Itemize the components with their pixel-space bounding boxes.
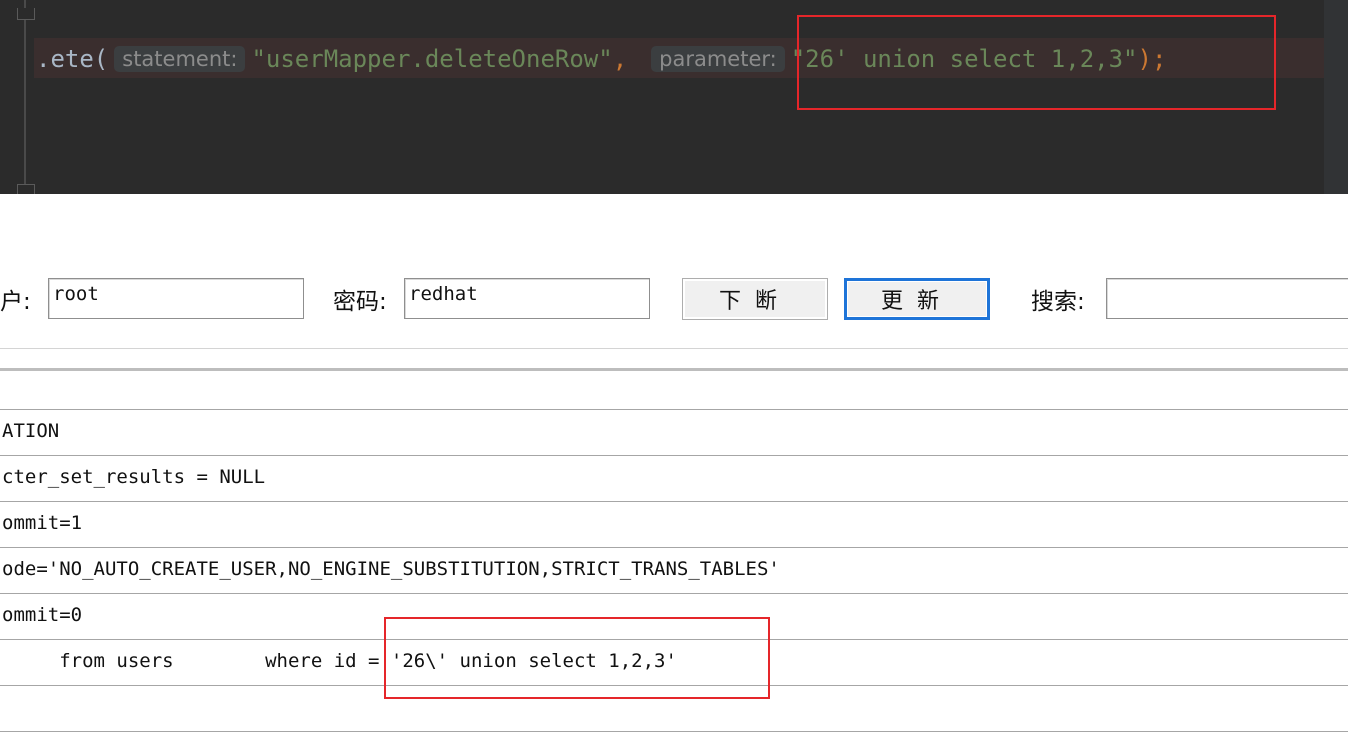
connection-form: 户: root 密码: redhat 下断 更新 搜索:: [0, 270, 1348, 326]
password-label: 密码:: [333, 289, 387, 315]
list-item[interactable]: ode='NO_AUTO_CREATE_USER,NO_ENGINE_SUBST…: [0, 547, 1348, 593]
fold-marker-icon[interactable]: [17, 8, 35, 20]
user-label: 户:: [0, 289, 31, 315]
disconnect-button[interactable]: 下断: [682, 278, 828, 320]
annotation-box-query: [384, 617, 770, 699]
comma: ,: [612, 45, 628, 73]
editor-scrollbar[interactable]: [1324, 0, 1348, 194]
list-item[interactable]: cter_set_results = NULL: [0, 455, 1348, 501]
search-input[interactable]: [1106, 278, 1348, 319]
statement-string: "userMapper.deleteOneRow": [251, 45, 613, 73]
list-item[interactable]: ATION: [0, 409, 1348, 455]
user-input[interactable]: root: [48, 278, 304, 319]
statement-param-hint: statement:: [114, 46, 246, 72]
separator: [0, 368, 1348, 371]
fold-marker-icon[interactable]: [17, 184, 35, 194]
password-input[interactable]: redhat: [404, 278, 650, 319]
parameter-param-hint: parameter:: [651, 46, 785, 72]
list-divider: [0, 731, 1348, 740]
annotation-box-parameter: [797, 15, 1276, 110]
method-call: .ete(: [36, 45, 109, 73]
list-item[interactable]: ommit=1: [0, 501, 1348, 547]
search-label: 搜索:: [1031, 289, 1085, 315]
separator: [0, 348, 1348, 349]
editor-gutter-line: [24, 0, 26, 194]
refresh-button[interactable]: 更新: [844, 278, 990, 320]
